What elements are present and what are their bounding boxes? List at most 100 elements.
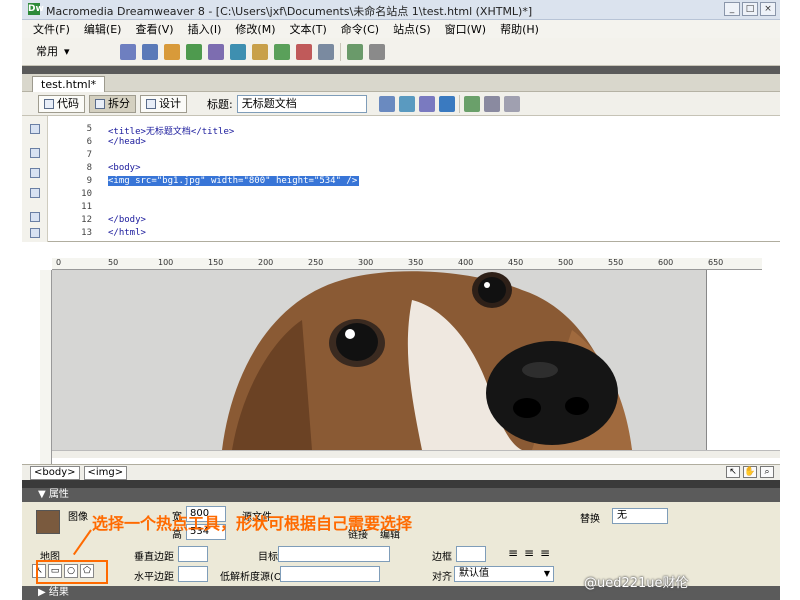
collapse-tag-icon[interactable] bbox=[30, 148, 40, 158]
media-icon[interactable] bbox=[251, 43, 268, 60]
maximize-button[interactable]: □ bbox=[742, 2, 758, 16]
hspace-input[interactable] bbox=[178, 566, 208, 582]
lowsrc-input[interactable] bbox=[280, 566, 380, 582]
menu-view[interactable]: 查看(V) bbox=[128, 21, 180, 37]
line-number: 11 bbox=[81, 202, 92, 212]
split-view-button[interactable]: 拆分 bbox=[89, 94, 136, 113]
view-options-icon[interactable] bbox=[483, 95, 500, 112]
hspace-label: 水平边距 bbox=[134, 572, 174, 583]
line-number: 8 bbox=[86, 163, 92, 173]
image-thumbnail bbox=[36, 510, 60, 534]
validate-icon[interactable] bbox=[438, 95, 455, 112]
close-button[interactable]: × bbox=[760, 2, 776, 16]
code-view-pane[interactable]: 5 6 7 8 9 10 11 12 13 <title>无标题文档</titl… bbox=[22, 116, 780, 242]
ruler-label: 500 bbox=[558, 258, 574, 267]
line-number: 6 bbox=[86, 137, 92, 147]
hyperlink-icon[interactable] bbox=[119, 43, 136, 60]
image-icon[interactable] bbox=[229, 43, 246, 60]
align-right-icon[interactable]: ≡ bbox=[540, 546, 550, 560]
select-parent-tag-icon[interactable] bbox=[30, 212, 40, 222]
horizontal-scrollbar[interactable] bbox=[52, 450, 780, 458]
check-errors-icon[interactable] bbox=[418, 95, 435, 112]
menu-file[interactable]: 文件(F) bbox=[26, 21, 77, 37]
collapse-selection-icon[interactable] bbox=[30, 168, 40, 178]
target-select[interactable] bbox=[278, 546, 390, 562]
tag-selector-img[interactable]: <img> bbox=[83, 465, 128, 480]
doc-title-input[interactable]: 无标题文档 bbox=[236, 94, 367, 113]
page-boundary-line bbox=[706, 270, 707, 450]
ruler-label: 100 bbox=[158, 258, 174, 267]
ruler-label: 250 bbox=[308, 258, 324, 267]
hand-tool-icon[interactable]: ✋ bbox=[743, 466, 757, 478]
design-view-pane[interactable]: 0 50 100 150 200 250 300 350 400 450 500… bbox=[22, 242, 780, 464]
code-line-selected: <img src="bg1.jpg" width="800" height="5… bbox=[108, 176, 360, 186]
table-icon[interactable] bbox=[185, 43, 202, 60]
line-numbers: 5 6 7 8 9 10 11 12 13 bbox=[50, 116, 94, 242]
align-label: 对齐 bbox=[432, 572, 452, 583]
target-label: 目标 bbox=[258, 552, 278, 563]
refresh-icon[interactable] bbox=[463, 95, 480, 112]
line-number: 12 bbox=[81, 215, 92, 225]
toolbar-separator bbox=[458, 94, 460, 113]
dog-illustration bbox=[52, 270, 706, 450]
align-select[interactable]: 默认值 ▼ bbox=[454, 566, 554, 582]
dreamweaver-logo-icon: Dw bbox=[28, 3, 44, 15]
line-number: 13 bbox=[81, 228, 92, 238]
email-link-icon[interactable] bbox=[141, 43, 158, 60]
menu-commands[interactable]: 命令(C) bbox=[334, 21, 386, 37]
file-management-icon[interactable] bbox=[378, 95, 395, 112]
select-tool-icon[interactable]: ↖ bbox=[726, 466, 740, 478]
insert-category-select[interactable]: 常用 ▾ bbox=[32, 43, 74, 61]
date-icon[interactable] bbox=[273, 43, 290, 60]
split-view-label: 拆分 bbox=[108, 96, 130, 110]
border-input[interactable] bbox=[456, 546, 486, 562]
design-view-label: 设计 bbox=[159, 96, 181, 110]
menu-insert[interactable]: 插入(I) bbox=[181, 21, 229, 37]
minimize-button[interactable]: _ bbox=[724, 2, 740, 16]
ruler-label: 200 bbox=[258, 258, 274, 267]
alt-label: 替换 bbox=[580, 514, 600, 525]
code-line: <body> bbox=[108, 163, 141, 173]
ruler-label: 450 bbox=[508, 258, 524, 267]
preview-browser-icon[interactable] bbox=[398, 95, 415, 112]
menu-edit[interactable]: 编辑(E) bbox=[77, 21, 129, 37]
zoom-tool-icon[interactable]: ⌕ bbox=[760, 466, 774, 478]
tag-chooser-icon[interactable] bbox=[368, 43, 385, 60]
line-number: 10 bbox=[81, 189, 92, 199]
tag-selector-body[interactable]: <body> bbox=[30, 465, 80, 480]
design-view-button[interactable]: 设计 bbox=[140, 94, 187, 113]
code-line: </html> bbox=[108, 228, 146, 238]
menu-bar: 文件(F) 编辑(E) 查看(V) 插入(I) 修改(M) 文本(T) 命令(C… bbox=[22, 20, 780, 38]
balance-braces-icon[interactable] bbox=[30, 228, 40, 238]
menu-modify[interactable]: 修改(M) bbox=[228, 21, 282, 37]
open-documents-icon[interactable] bbox=[30, 124, 40, 134]
named-anchor-icon[interactable] bbox=[163, 43, 180, 60]
align-center-icon[interactable]: ≡ bbox=[524, 546, 534, 560]
ruler-label: 600 bbox=[658, 258, 674, 267]
menu-text[interactable]: 文本(T) bbox=[282, 21, 333, 37]
watermark: @ued221ue财伦 bbox=[584, 576, 689, 591]
code-view-button[interactable]: 代码 bbox=[38, 94, 85, 113]
properties-panel-header[interactable]: ▼ 属性 bbox=[22, 488, 780, 502]
line-number: 9 bbox=[86, 176, 92, 186]
visual-aids-icon[interactable] bbox=[503, 95, 520, 112]
line-number: 5 bbox=[86, 124, 92, 134]
align-left-icon[interactable]: ≡ bbox=[508, 546, 518, 560]
code-text: <title>无标题文档</title> </head> <body> <img… bbox=[108, 116, 768, 242]
menu-window[interactable]: 窗口(W) bbox=[438, 21, 493, 37]
ruler-label: 300 bbox=[358, 258, 374, 267]
tab-test-html[interactable]: test.html* bbox=[32, 76, 106, 92]
vspace-input[interactable] bbox=[178, 546, 208, 562]
menu-help[interactable]: 帮助(H) bbox=[493, 21, 546, 37]
menu-site[interactable]: 站点(S) bbox=[386, 21, 438, 37]
alt-select[interactable]: 无 bbox=[612, 508, 668, 524]
layer-icon[interactable] bbox=[207, 43, 224, 60]
image-label: 图像 bbox=[68, 512, 88, 523]
comment-icon[interactable] bbox=[295, 43, 312, 60]
dog-photo[interactable] bbox=[52, 270, 706, 450]
template-icon[interactable] bbox=[346, 43, 363, 60]
expand-all-icon[interactable] bbox=[30, 188, 40, 198]
insert-bar: 常用 ▾ bbox=[22, 38, 780, 66]
head-icon[interactable] bbox=[317, 43, 334, 60]
split-view-icon bbox=[95, 98, 105, 109]
